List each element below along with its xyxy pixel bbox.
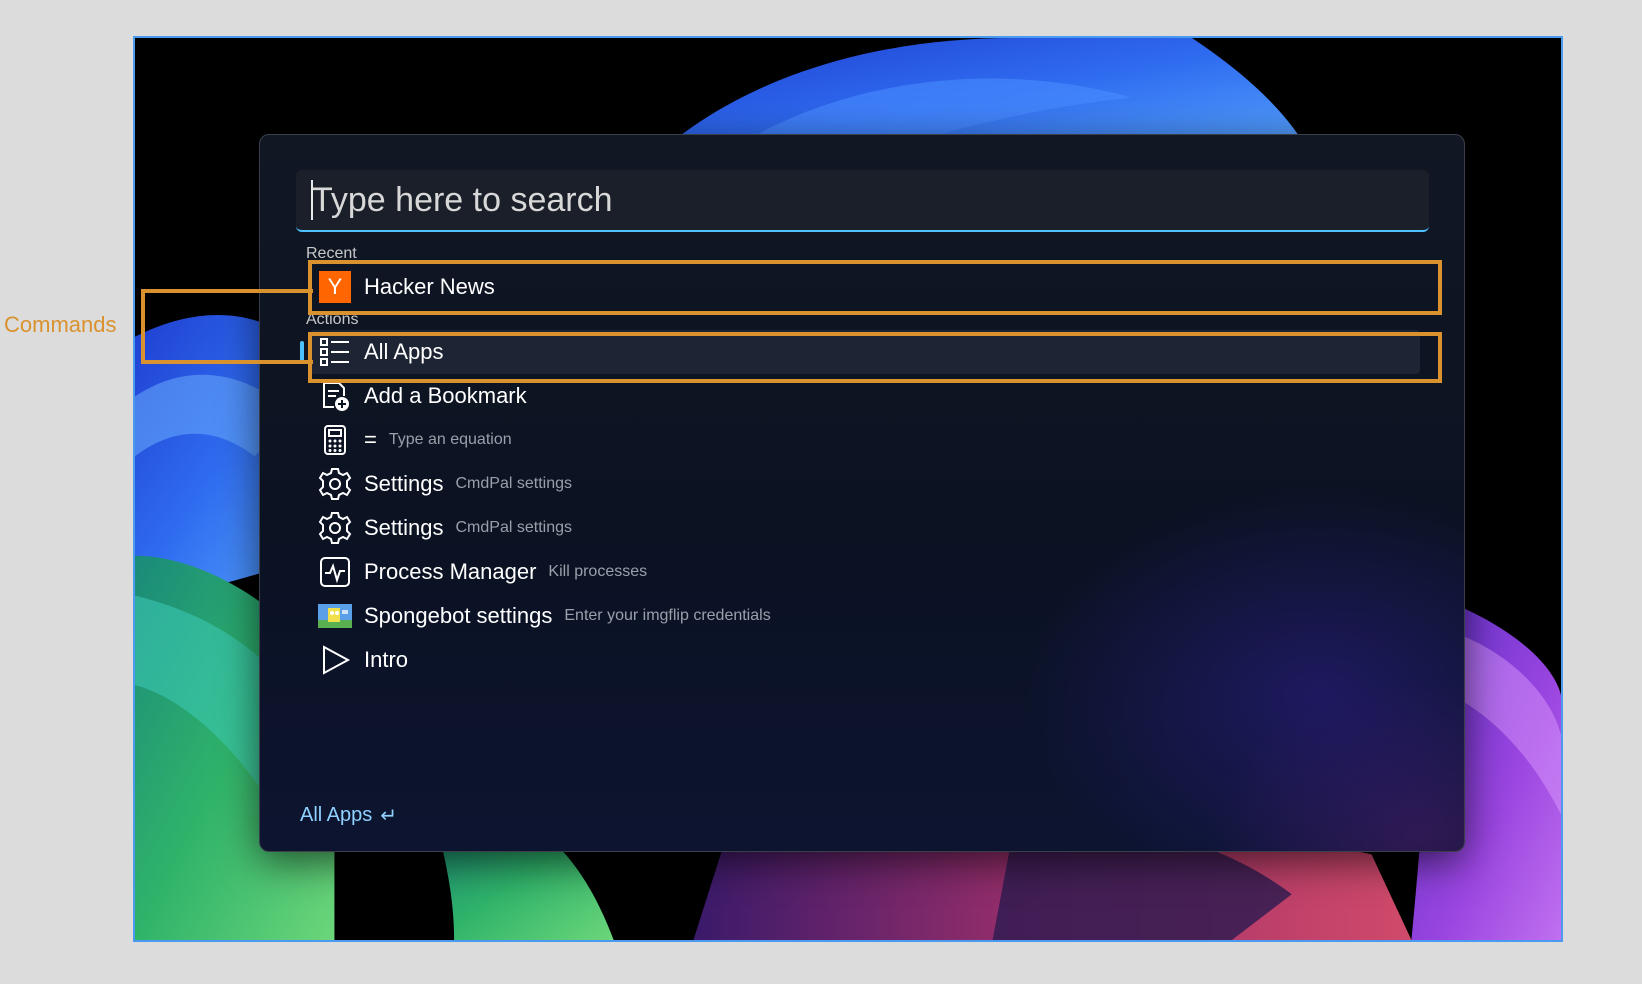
item-subtitle: Kill processes — [548, 563, 648, 580]
activity-monitor-icon — [318, 555, 352, 589]
list-item-settings[interactable]: Settings CmdPal settings — [310, 506, 1420, 550]
footer-label: All Apps — [300, 804, 373, 826]
command-palette-window: Recent Y Hacker News Actions All Apps — [259, 134, 1465, 852]
item-title: Add a Bookmark — [364, 383, 527, 408]
callout-box-selected-command — [308, 332, 1442, 383]
item-subtitle: Type an equation — [388, 431, 512, 448]
spongebot-image-icon — [318, 599, 352, 633]
list-item-spongebot-settings[interactable]: Spongebot settings Enter your imgflip cr… — [310, 594, 1420, 638]
item-title: Spongebot settings — [364, 603, 553, 628]
item-subtitle: CmdPal settings — [455, 519, 573, 536]
callout-bracket — [141, 289, 313, 364]
list-item-process-manager[interactable]: Process Manager Kill processes — [310, 550, 1420, 594]
enter-key-icon: ↵ — [380, 805, 398, 827]
item-subtitle: Enter your imgflip credentials — [564, 607, 771, 624]
bookmark-add-icon — [318, 379, 352, 413]
item-title: Settings — [364, 515, 444, 540]
search-box[interactable] — [296, 170, 1429, 232]
gear-icon — [318, 511, 352, 545]
gear-icon — [318, 467, 352, 501]
item-title: = — [364, 427, 377, 452]
search-input[interactable] — [310, 170, 1414, 230]
item-title: Process Manager — [364, 559, 537, 584]
footer-primary-action[interactable]: All Apps ↵ — [300, 803, 397, 828]
callout-label-commands: Commands — [4, 312, 117, 337]
list-item-calculator[interactable]: = Type an equation — [310, 418, 1420, 462]
list-item-settings[interactable]: Settings CmdPal settings — [310, 462, 1420, 506]
item-title: Intro — [364, 647, 409, 672]
calculator-icon — [318, 423, 352, 457]
play-icon — [318, 643, 352, 677]
item-subtitle: CmdPal settings — [455, 475, 573, 492]
desktop-screen: Recent Y Hacker News Actions All Apps — [133, 36, 1563, 942]
callout-box-recent-command — [308, 260, 1442, 315]
list-item-intro[interactable]: Intro — [310, 638, 1420, 682]
item-title: Settings — [364, 471, 444, 496]
